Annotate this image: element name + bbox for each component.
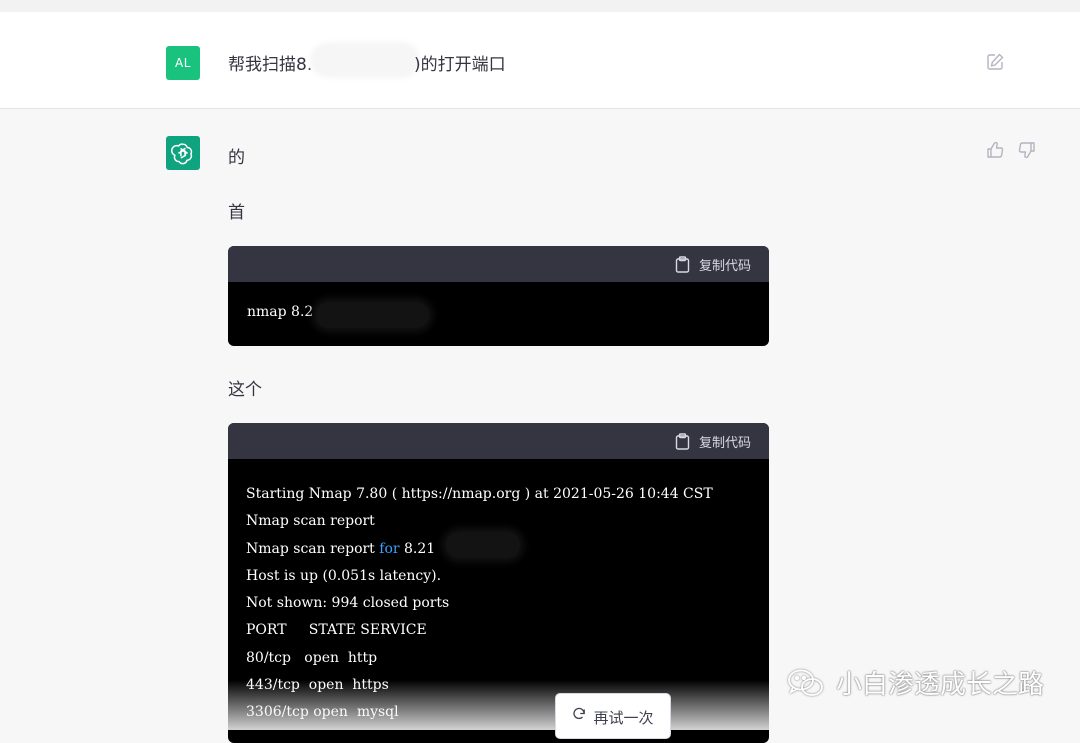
code-line: PORT STATE SERVICE — [246, 622, 427, 639]
top-strip — [0, 0, 1080, 12]
code-content: Starting Nmap 7.80 ( https://nmap.org ) … — [228, 459, 769, 727]
watermark-text: 小白渗透成长之路 — [836, 670, 1045, 700]
code-line: Not shown: 994 closed ports — [246, 595, 450, 612]
code-keyword: for — [379, 540, 400, 557]
assistant-message-row: 的 首 复制代码 nmap 8.2 这个 复制代码 Starting Nmap … — [0, 109, 1080, 743]
refresh-icon — [573, 707, 586, 720]
watermark: 小白渗透成长之路 — [786, 664, 1044, 701]
copy-code-button[interactable]: 复制代码 — [675, 432, 751, 451]
regenerate-response-button[interactable]: 再试一次 — [555, 693, 671, 739]
code-line: Host is up (0.051s latency). — [246, 567, 442, 584]
code-block-header: 复制代码 — [228, 246, 769, 282]
redaction-blur — [316, 302, 429, 328]
code-block-header: 复制代码 — [228, 423, 769, 459]
code-line: 3306/tcp open mysql — [246, 704, 399, 721]
edit-icon[interactable] — [985, 52, 1005, 72]
copy-code-button[interactable]: 复制代码 — [675, 255, 751, 274]
user-message-text: 帮我扫描8. — [228, 55, 313, 75]
redaction-blur — [446, 532, 520, 558]
code-content: nmap 8.2 — [228, 282, 769, 320]
clipboard-icon — [675, 432, 690, 450]
code-line-text: Nmap scan report — [246, 540, 380, 557]
user-avatar-initials: AL — [175, 56, 191, 70]
chatgpt-logo-icon — [166, 136, 200, 170]
regenerate-label: 再试一次 — [593, 709, 654, 727]
code-line: nmap 8.2 — [247, 304, 314, 320]
code-line: Starting Nmap 7.80 ( https://nmap.org ) … — [246, 486, 713, 502]
redaction-blur — [314, 46, 416, 74]
code-line: 443/tcp open https — [246, 677, 389, 694]
code-block: 复制代码 nmap 8.2 — [228, 246, 769, 346]
assistant-paragraph: 这个 — [228, 380, 262, 400]
copy-code-label: 复制代码 — [698, 258, 751, 274]
code-block: 复制代码 Starting Nmap 7.80 ( https://nmap.o… — [228, 423, 769, 743]
user-message-row: AL 帮我扫描8. )的打开端口 — [0, 12, 1080, 109]
user-avatar: AL — [166, 46, 200, 80]
code-line-text: 8.21 — [399, 540, 436, 557]
wechat-icon — [788, 669, 823, 696]
assistant-paragraph: 的 — [228, 148, 245, 168]
thumbs-up-icon[interactable] — [985, 140, 1005, 160]
thumbs-down-icon[interactable] — [1017, 140, 1037, 160]
code-line: 80/tcp open http — [246, 649, 378, 666]
user-message-text-tail: )的打开端口 — [414, 55, 506, 75]
assistant-paragraph: 首 — [228, 203, 245, 223]
clipboard-icon — [675, 255, 690, 273]
copy-code-label: 复制代码 — [698, 435, 751, 451]
